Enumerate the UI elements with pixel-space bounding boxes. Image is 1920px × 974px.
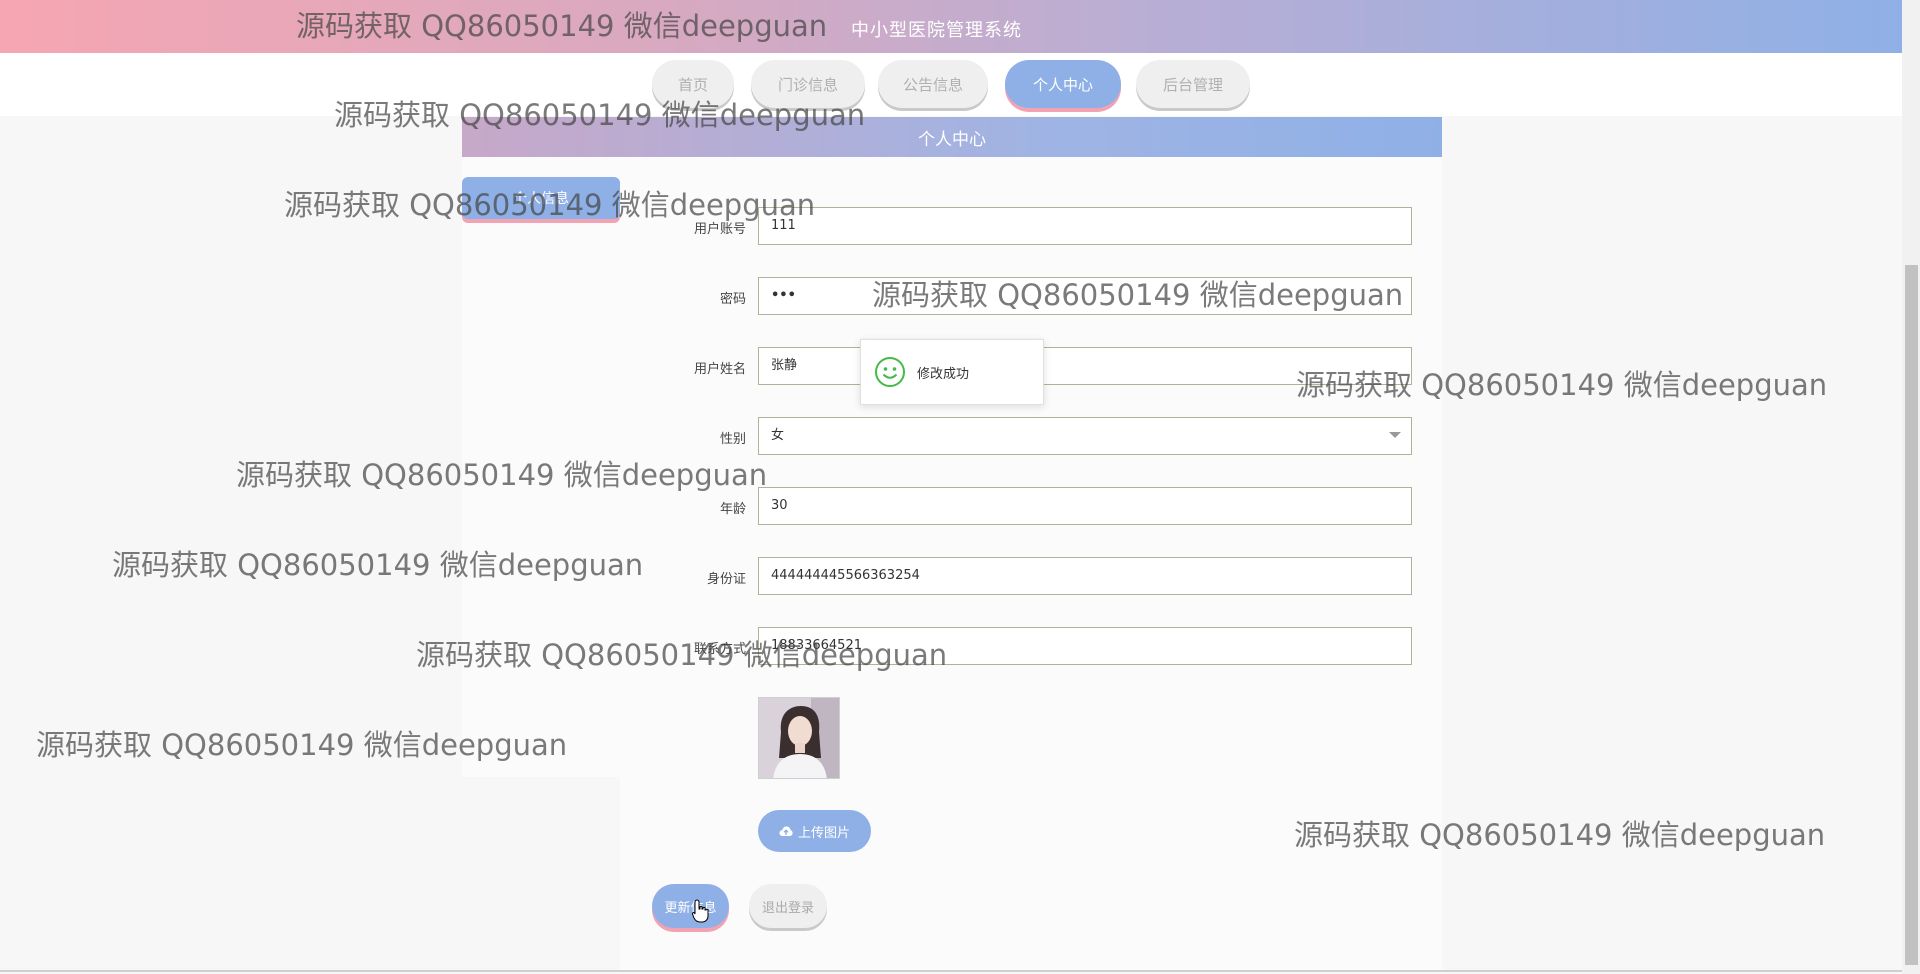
gender-value: 女 [771,428,785,443]
smiley-success-icon [875,357,905,387]
hand-cursor-icon [692,899,709,923]
phone-input[interactable]: 18833664521 [758,627,1412,665]
password-input[interactable]: ••• [758,277,1412,315]
id-card-input[interactable]: 444444445566363254 [758,557,1412,595]
bottom-divider [0,970,1902,972]
upload-image-button[interactable]: 上传图片 [758,810,871,852]
logout-button[interactable]: 退出登录 [749,884,827,928]
name-label: 用户姓名 [693,362,746,377]
profile-panel [462,157,1442,777]
nav-clinic-info[interactable]: 门诊信息 [751,60,865,108]
nav-announcements[interactable]: 公告信息 [878,60,988,108]
toast-message: 修改成功 [917,366,970,382]
age-input[interactable]: 30 [758,487,1412,525]
avatar [758,697,840,779]
page-scrollbar[interactable] [1902,0,1920,974]
panel-title: 个人中心 [462,117,1442,157]
phone-label: 联系方式 [693,642,746,657]
avatar-portrait-image [759,698,839,778]
top-header: 中小型医院管理系统 [0,0,1902,53]
chevron-down-icon [1389,432,1401,438]
id-card-label: 身份证 [706,572,746,587]
side-tab-personal-info[interactable]: 个人信息 [462,177,620,219]
account-input[interactable]: 111 [758,207,1412,245]
nav-admin[interactable]: 后台管理 [1136,60,1250,108]
name-input[interactable]: 张静 [758,347,1412,385]
account-label: 用户账号 [693,222,746,237]
profile-panel-lower [620,777,1442,970]
nav-home[interactable]: 首页 [652,60,734,108]
nav-personal-center[interactable]: 个人中心 [1005,60,1121,108]
gender-label: 性别 [719,432,746,447]
scrollbar-thumb[interactable] [1905,265,1918,965]
age-label: 年龄 [719,502,746,517]
site-title: 中小型医院管理系统 [851,20,1022,41]
upload-image-label: 上传图片 [797,825,850,841]
password-label: 密码 [719,292,746,307]
update-info-button[interactable]: 更新信息 [652,884,729,928]
gender-select[interactable]: 女 [758,417,1412,455]
cloud-upload-icon [779,826,793,836]
success-toast: 修改成功 [860,339,1044,405]
